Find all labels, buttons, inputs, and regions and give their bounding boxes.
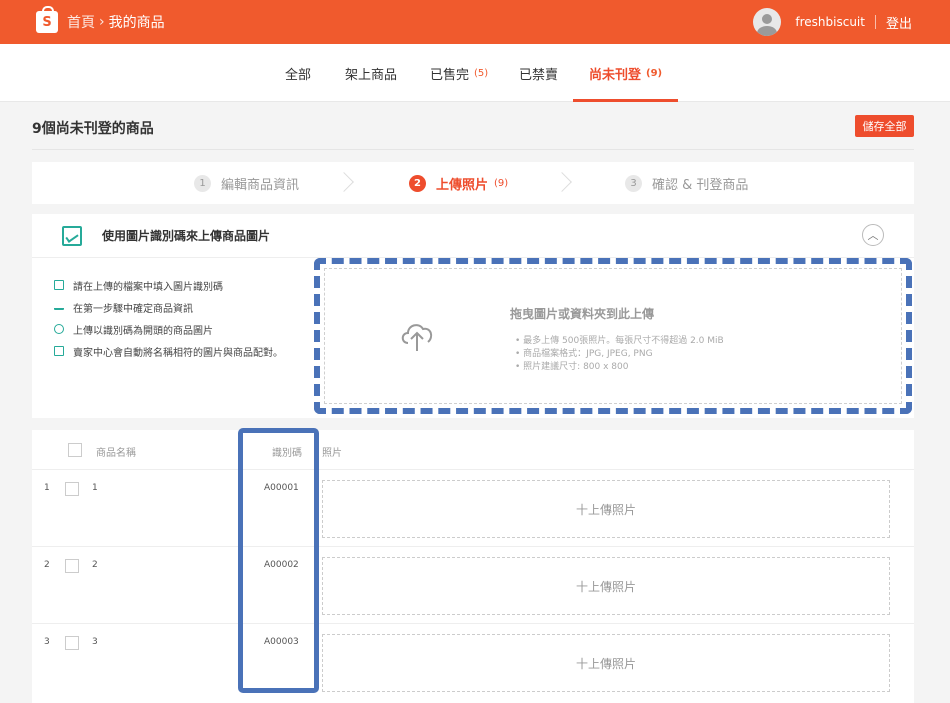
tip-text: 在第一步驟中確定商品資訊 bbox=[73, 303, 193, 315]
upload-label: 十上傳照片 bbox=[575, 579, 636, 594]
step-confirm[interactable]: 3 確認 & 刊登商品 bbox=[625, 162, 748, 204]
image-chart-icon bbox=[62, 225, 82, 246]
rule-item: 商品檔案格式：JPG, JPEG, PNG bbox=[515, 348, 724, 361]
step-label: 編輯商品資訊 bbox=[221, 177, 300, 193]
tip-text: 賣家中心會自動將名稱相符的圖片與商品配對。 bbox=[73, 347, 283, 359]
step-number: 1 bbox=[194, 174, 211, 192]
tip-item: 賣家中心會自動將名稱相符的圖片與商品配對。 bbox=[54, 340, 283, 362]
step-upload-photos[interactable]: 2 上傳照片 (9) bbox=[409, 162, 508, 204]
tab-banned[interactable]: 已禁賣 bbox=[519, 44, 558, 102]
col-header-name: 商品名稱 bbox=[96, 448, 136, 459]
table-header: 商品名稱 識別碼 照片 bbox=[32, 430, 914, 470]
product-tabs: 全部 架上商品 已售完 (5) 已禁賣 尚未刊登 (9) bbox=[0, 44, 950, 102]
tab-unlisted[interactable]: 尚未刊登 (9) bbox=[573, 44, 678, 102]
breadcrumb: 首頁 › 我的商品 bbox=[67, 12, 165, 32]
row-checkbox[interactable] bbox=[65, 636, 79, 650]
tab-count: (5) bbox=[474, 67, 489, 79]
step-number: 3 bbox=[625, 174, 642, 192]
tip-text: 上傳以識別碼為開頭的商品圖片 bbox=[73, 325, 213, 337]
upload-label: 十上傳照片 bbox=[575, 502, 636, 517]
divider bbox=[32, 149, 914, 150]
avatar-icon[interactable] bbox=[753, 8, 782, 36]
upload-icon bbox=[54, 324, 64, 334]
tab-label: 已禁賣 bbox=[519, 67, 559, 83]
upload-label: 十上傳照片 bbox=[575, 656, 636, 671]
table-row: 1 1 A00001 十上傳照片 bbox=[32, 470, 914, 547]
image-id-upload-panel: 使用圖片識別碼來上傳商品圖片 ︿ 請在上傳的檔案中填入圖片識別碼 在第一步驟中確… bbox=[32, 214, 914, 418]
chevron-up-icon[interactable]: ︿ bbox=[862, 224, 884, 246]
row-index: 3 bbox=[44, 637, 50, 647]
file-drop-zone[interactable]: 拖曳圖片或資料夾到此上傳 最多上傳 500張照片。每張尺寸不得超過 2.0 Mi… bbox=[314, 258, 912, 414]
tip-item: 上傳以識別碼為開頭的商品圖片 bbox=[54, 318, 283, 340]
drop-zone-inner: 拖曳圖片或資料夾到此上傳 最多上傳 500張照片。每張尺寸不得超過 2.0 Mi… bbox=[324, 268, 902, 404]
breadcrumb-current: 我的商品 bbox=[108, 15, 165, 31]
col-header-photo: 照片 bbox=[322, 448, 342, 459]
top-header: S 首頁 › 我的商品 freshbiscuit 登出 bbox=[0, 0, 950, 44]
step-indicator: 1 編輯商品資訊 2 上傳照片 (9) 3 確認 & 刊登商品 bbox=[32, 162, 914, 204]
row-checkbox[interactable] bbox=[65, 559, 79, 573]
match-icon bbox=[54, 346, 64, 356]
rule-item: 最多上傳 500張照片。每張尺寸不得超過 2.0 MiB bbox=[515, 335, 724, 348]
save-all-button[interactable]: 儲存全部 bbox=[855, 115, 914, 137]
panel-title: 使用圖片識別碼來上傳商品圖片 bbox=[102, 229, 271, 243]
tab-label: 全部 bbox=[285, 67, 312, 83]
tab-label: 尚未刊登 bbox=[589, 67, 642, 83]
product-name: 3 bbox=[92, 637, 98, 647]
tip-item: 在第一步驟中確定商品資訊 bbox=[54, 296, 283, 318]
tip-text: 請在上傳的檔案中填入圖片識別碼 bbox=[73, 281, 223, 293]
tab-live[interactable]: 架上商品 bbox=[345, 44, 397, 102]
logo-letter: S bbox=[42, 14, 52, 30]
shop-logo-icon[interactable]: S bbox=[36, 6, 58, 33]
user-area: freshbiscuit 登出 bbox=[753, 0, 912, 44]
upload-photo-button[interactable]: 十上傳照片 bbox=[322, 480, 890, 538]
tip-item: 請在上傳的檔案中填入圖片識別碼 bbox=[54, 274, 283, 296]
drop-title: 拖曳圖片或資料夾到此上傳 bbox=[510, 307, 655, 321]
step-number: 2 bbox=[409, 174, 426, 192]
tab-label: 已售完 bbox=[430, 67, 470, 83]
row-index: 1 bbox=[44, 483, 50, 493]
table-row: 3 3 A00003 十上傳照片 bbox=[32, 624, 914, 701]
logout-link[interactable]: 登出 bbox=[886, 13, 912, 32]
chevron-right-icon bbox=[334, 172, 354, 192]
table-row: 2 2 A00002 十上傳照片 bbox=[32, 547, 914, 624]
instruction-list: 請在上傳的檔案中填入圖片識別碼 在第一步驟中確定商品資訊 上傳以識別碼為開頭的商… bbox=[54, 274, 283, 362]
step-label: 確認 & 刊登商品 bbox=[652, 177, 749, 193]
panel-header: 使用圖片識別碼來上傳商品圖片 ︿ bbox=[32, 214, 914, 258]
step-count: (9) bbox=[494, 177, 509, 189]
product-table: 商品名稱 識別碼 照片 1 1 A00001 十上傳照片 2 2 A00002 … bbox=[32, 430, 914, 703]
tab-soldout[interactable]: 已售完 (5) bbox=[430, 44, 488, 102]
breadcrumb-separator: › bbox=[99, 14, 105, 30]
dots-icon bbox=[54, 304, 64, 310]
step-edit-info[interactable]: 1 編輯商品資訊 bbox=[194, 162, 299, 204]
cloud-upload-icon bbox=[401, 324, 433, 351]
image-id-column-highlight bbox=[238, 428, 319, 693]
row-checkbox[interactable] bbox=[65, 482, 79, 496]
product-name: 1 bbox=[92, 483, 98, 493]
step-label: 上傳照片 bbox=[436, 177, 489, 193]
row-index: 2 bbox=[44, 560, 50, 570]
tab-label: 架上商品 bbox=[345, 67, 398, 83]
chevron-right-icon bbox=[552, 172, 572, 192]
username[interactable]: freshbiscuit bbox=[795, 15, 865, 29]
tab-all[interactable]: 全部 bbox=[285, 44, 311, 102]
tab-count: (9) bbox=[646, 67, 663, 79]
upload-photo-button[interactable]: 十上傳照片 bbox=[322, 634, 890, 692]
select-all-checkbox[interactable] bbox=[68, 443, 82, 457]
page-title: 9個尚未刊登的商品 bbox=[32, 121, 154, 137]
breadcrumb-home[interactable]: 首頁 bbox=[67, 12, 95, 32]
upload-photo-button[interactable]: 十上傳照片 bbox=[322, 557, 890, 615]
edit-icon bbox=[54, 280, 64, 290]
rule-item: 照片建議尺寸: 800 x 800 bbox=[515, 361, 724, 374]
product-name: 2 bbox=[92, 560, 98, 570]
upload-rules: 最多上傳 500張照片。每張尺寸不得超過 2.0 MiB 商品檔案格式：JPG,… bbox=[515, 335, 724, 374]
header-divider bbox=[874, 15, 876, 29]
